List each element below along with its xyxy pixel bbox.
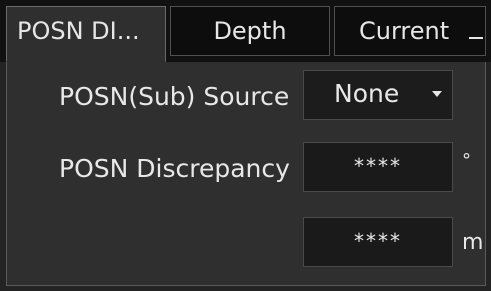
posn-window: POSN DI... Depth Current POSN(Sub) Sourc… [0, 0, 491, 291]
posn-discrepancy-label: POSN Discrepancy [59, 154, 290, 183]
discrepancy-angle-value: **** [303, 142, 453, 192]
meter-unit: m [462, 230, 484, 255]
posn-source-value: None [334, 79, 400, 108]
tab-current[interactable]: Current [334, 6, 486, 56]
chevron-down-icon [432, 91, 442, 97]
tab-current-label: Current [359, 17, 450, 45]
degree-unit: ° [462, 150, 471, 171]
tab-bar: POSN DI... Depth Current [0, 0, 491, 62]
tab-posn-di[interactable]: POSN DI... [6, 6, 166, 62]
discrepancy-distance-value: **** [303, 217, 453, 267]
posn-source-dropdown[interactable]: None [303, 70, 453, 120]
posn-panel: POSN(Sub) Source None POSN Discrepancy *… [6, 62, 486, 286]
posn-source-label: POSN(Sub) Source [59, 82, 290, 111]
tab-depth[interactable]: Depth [170, 6, 330, 56]
tab-scroll-icon[interactable] [469, 37, 483, 39]
